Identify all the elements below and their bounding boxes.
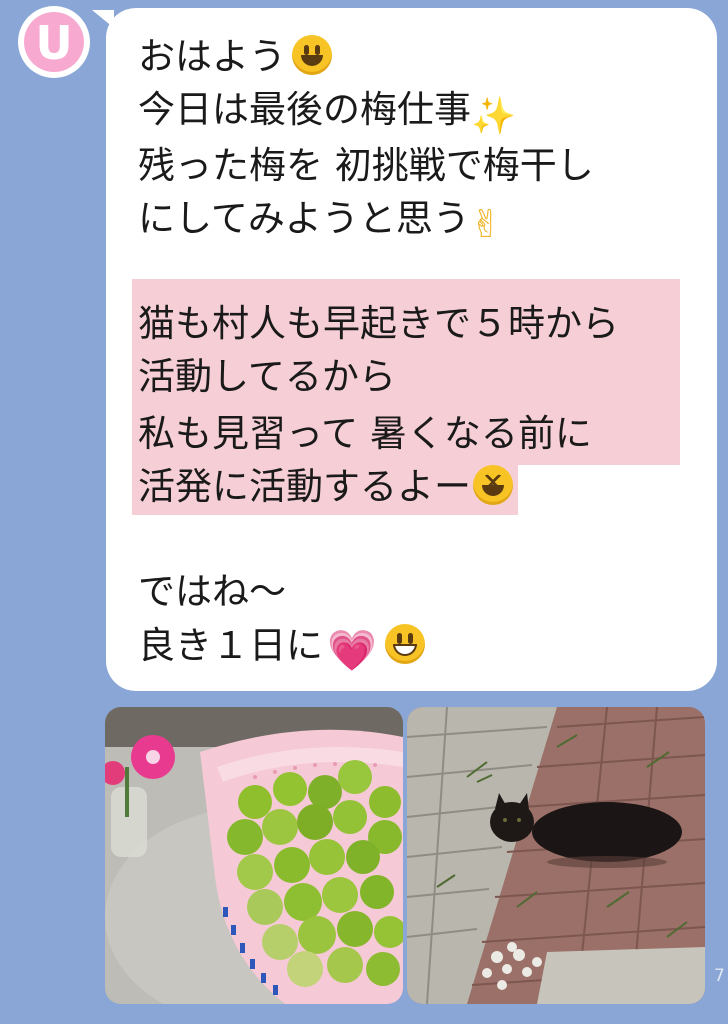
avatar-badge: U: [24, 12, 84, 72]
message-line: おはよう: [138, 33, 332, 81]
cat-photo-image: [407, 707, 705, 1004]
avatar[interactable]: U: [18, 6, 90, 78]
plums-photo-image: [105, 707, 403, 1004]
message-line: 猫も村人も早起きで５時から: [138, 302, 619, 345]
avatar-letter: U: [35, 16, 73, 70]
victory-hand-icon: ✌: [469, 202, 502, 246]
message-line: 残った梅を 初挑戦で梅干し: [138, 144, 594, 187]
message-line: ではね〜: [138, 570, 286, 613]
timestamp-fragment: 7: [714, 966, 725, 986]
message-line: 今日は最後の梅仕事✨: [138, 88, 516, 137]
smiling-face-icon: [292, 35, 332, 75]
message-line: 私も見習って 暑くなる前に: [138, 412, 592, 455]
cat-photo[interactable]: [407, 707, 705, 1004]
message-line: 活発に活動するよー: [138, 463, 513, 511]
message-line: にしてみようと思う✌: [138, 197, 502, 246]
growing-heart-icon: 💗: [327, 628, 377, 674]
sparkles-icon: ✨: [471, 96, 516, 137]
plums-photo[interactable]: [105, 707, 403, 1004]
message-line: 活動してるから: [138, 355, 396, 398]
grinning-face-icon: [384, 624, 425, 664]
laughing-face-icon: [473, 465, 513, 505]
message-line: 良き１日に 💗: [138, 622, 425, 671]
